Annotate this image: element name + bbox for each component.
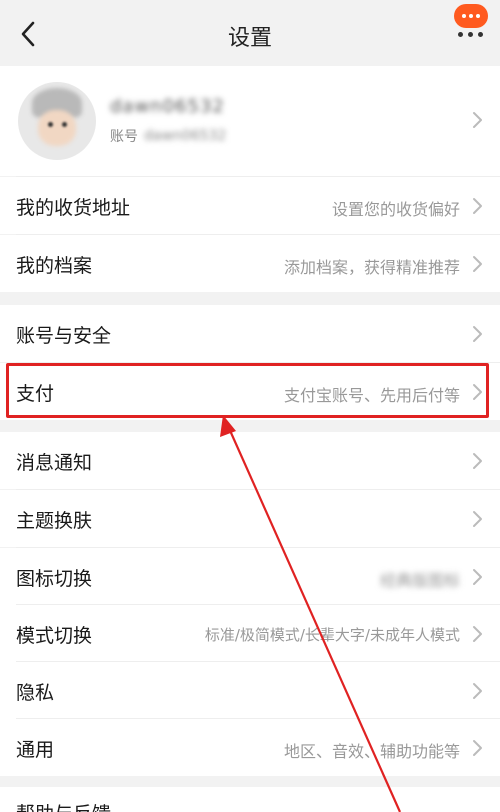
chevron-right-icon: [473, 740, 482, 756]
profile-card[interactable]: dawn06532 账号 dawn06532: [0, 66, 500, 176]
row-label: 主题换肤: [16, 510, 93, 532]
row-mode-switch[interactable]: 模式切换 标准/极简模式/长辈大字/未成年人模式: [0, 605, 500, 662]
chevron-right-icon: [473, 384, 482, 400]
row-value: 地区、音效、辅助功能等: [283, 742, 460, 761]
row-payment[interactable]: 支付 支付宝账号、先用后付等: [0, 363, 500, 420]
row-icon-switch[interactable]: 图标切换 经典版图标: [0, 548, 500, 605]
row-label: 图标切换: [16, 568, 93, 590]
account-line: 账号 dawn06532: [110, 126, 226, 146]
row-label: 通用: [16, 739, 55, 761]
row-label: 模式切换: [16, 625, 93, 647]
avatar: [18, 82, 96, 160]
row-notifications[interactable]: 消息通知: [0, 432, 500, 489]
account-value: dawn06532: [144, 128, 227, 144]
row-value: 标准/极简模式/长辈大字/未成年人模式: [204, 626, 460, 644]
chevron-right-icon: [473, 626, 482, 642]
more-button[interactable]: [454, 4, 488, 40]
row-value: 添加档案，获得精准推荐: [283, 258, 460, 277]
row-address[interactable]: 我的收货地址 设置您的收货偏好: [0, 177, 500, 234]
account-label: 账号: [110, 129, 138, 145]
chevron-right-icon: [473, 569, 482, 585]
page-title: 设置: [227, 26, 272, 51]
row-value: 支付宝账号、先用后付等: [283, 386, 460, 405]
row-help[interactable]: 帮助与反馈: [0, 787, 500, 812]
chevron-right-icon: [473, 326, 482, 342]
row-value: 经典版图标: [379, 571, 460, 590]
row-label: 我的档案: [16, 255, 93, 277]
row-label: 支付: [16, 383, 55, 405]
username: dawn06532: [110, 96, 225, 117]
row-privacy[interactable]: 隐私: [0, 662, 500, 719]
chevron-right-icon: [473, 453, 482, 469]
row-theme[interactable]: 主题换肤: [0, 490, 500, 547]
chevron-right-icon: [473, 256, 482, 272]
row-value: 设置您的收货偏好: [331, 200, 460, 219]
chevron-right-icon: [473, 112, 482, 128]
row-label: 消息通知: [16, 452, 93, 474]
row-label: 账号与安全: [16, 325, 112, 347]
chevron-right-icon: [473, 198, 482, 214]
row-general[interactable]: 通用 地区、音效、辅助功能等: [0, 719, 500, 776]
more-icon: [454, 32, 488, 38]
row-label: 帮助与反馈: [16, 799, 111, 812]
row-label: 我的收货地址: [16, 197, 131, 219]
message-bubble-icon: [454, 4, 488, 28]
chevron-right-icon: [473, 511, 482, 527]
row-profile-file[interactable]: 我的档案 添加档案，获得精准推荐: [0, 235, 500, 292]
top-bar: 设置: [0, 0, 500, 66]
row-security[interactable]: 账号与安全: [0, 305, 500, 362]
row-label: 隐私: [16, 682, 55, 704]
chevron-right-icon: [473, 683, 482, 699]
